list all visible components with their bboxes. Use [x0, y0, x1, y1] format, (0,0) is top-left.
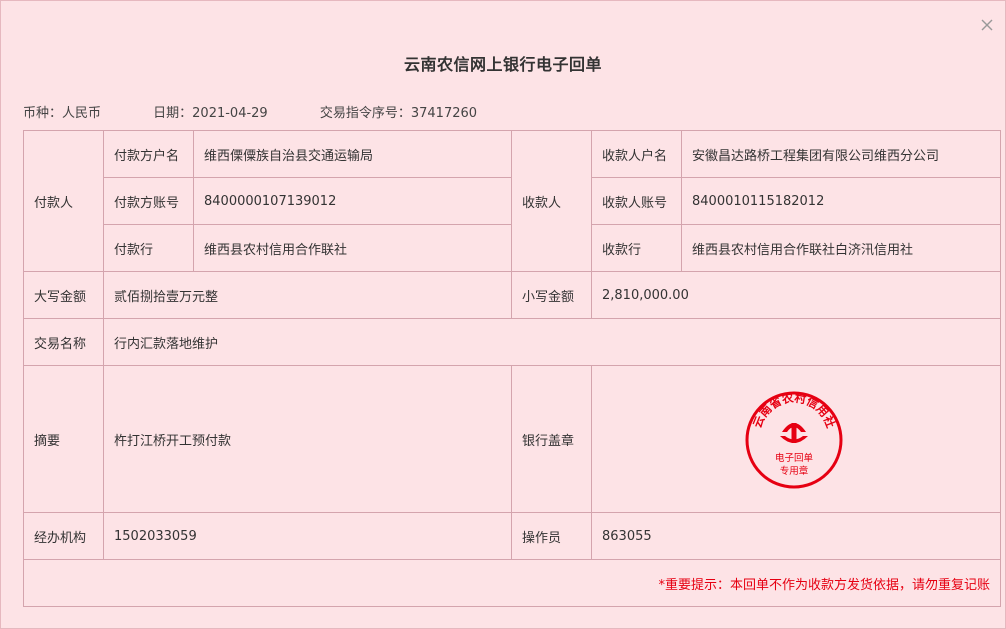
payee-label: 收款人	[511, 130, 592, 272]
receipt-table: 付款人 付款方户名 维西傈僳族自治县交通运输局 收款人 收款人户名 安徽昌达路桥…	[23, 130, 1001, 607]
payer-account-label: 付款方账号	[103, 177, 194, 225]
payer-name-label: 付款方户名	[103, 130, 194, 178]
payee-name-label: 收款人户名	[591, 130, 682, 178]
summary-label: 摘要	[23, 365, 104, 513]
seal-cell: 云南省农村信用社 电子回单 专用章	[591, 365, 1001, 513]
stamp-bottom-text: 专用章	[780, 465, 809, 477]
table-row: 摘要 杵打江桥开工预付款 银行盖章 云南省农村信用社 电子回单 专用章	[23, 365, 1001, 513]
payee-account-label: 收款人账号	[591, 177, 682, 225]
table-row: *重要提示：本回单不作为收款方发货依据，请勿重复记账	[23, 559, 1001, 607]
important-notice: *重要提示：本回单不作为收款方发货依据，请勿重复记账	[23, 559, 1001, 607]
payer-label: 付款人	[23, 130, 104, 272]
table-row: 交易名称 行内汇款落地维护	[23, 318, 1001, 366]
seal-label: 银行盖章	[511, 365, 592, 513]
serial-text: 交易指令序号：37417260	[319, 106, 478, 121]
payee-name-value: 安徽昌达路桥工程集团有限公司维西分公司	[681, 130, 1001, 178]
payee-account-value: 8400010115182012	[681, 177, 1001, 225]
payee-bank-value: 维西县农村信用合作联社白济汛信用社	[681, 224, 1001, 272]
bank-emblem-icon	[780, 423, 808, 443]
stamp-mid-text: 电子回单	[775, 452, 814, 464]
table-row: 付款人 付款方户名 维西傈僳族自治县交通运输局 收款人 收款人户名 安徽昌达路桥…	[23, 130, 1001, 272]
table-row: 大写金额 贰佰捌拾壹万元整 小写金额 2,810,000.00	[23, 271, 1001, 319]
operator-value: 863055	[591, 512, 1001, 560]
currency-text: 币种：人民币	[23, 106, 102, 121]
table-row: 经办机构 1502033059 操作员 863055	[23, 512, 1001, 560]
payer-bank-label: 付款行	[103, 224, 194, 272]
lower-amount-label: 小写金额	[511, 271, 592, 319]
upper-amount-label: 大写金额	[23, 271, 104, 319]
lower-amount-value: 2,810,000.00	[591, 271, 1001, 319]
payer-bank-value: 维西县农村信用合作联社	[193, 224, 512, 272]
receipt-meta: 币种：人民币 日期：2021-04-29 交易指令序号：37417260	[23, 102, 525, 121]
agency-value: 1502033059	[103, 512, 512, 560]
summary-value: 杵打江桥开工预付款	[103, 365, 512, 513]
bank-seal-stamp: 云南省农村信用社 电子回单 专用章	[745, 391, 843, 489]
operator-label: 操作员	[511, 512, 592, 560]
receipt-modal: 云南农信网上银行电子回单 币种：人民币 日期：2021-04-29 交易指令序号…	[0, 0, 1006, 629]
close-icon[interactable]	[979, 17, 995, 33]
page-title: 云南农信网上银行电子回单	[403, 55, 602, 74]
upper-amount-value: 贰佰捌拾壹万元整	[103, 271, 512, 319]
transaction-name-value: 行内汇款落地维护	[103, 318, 1001, 366]
transaction-name-label: 交易名称	[23, 318, 104, 366]
close-button[interactable]	[979, 17, 995, 33]
payee-bank-label: 收款行	[591, 224, 682, 272]
payer-account-value: 8400000107139012	[193, 177, 512, 225]
payer-name-value: 维西傈僳族自治县交通运输局	[193, 130, 512, 178]
agency-label: 经办机构	[23, 512, 104, 560]
date-text: 日期：2021-04-29	[153, 106, 268, 121]
